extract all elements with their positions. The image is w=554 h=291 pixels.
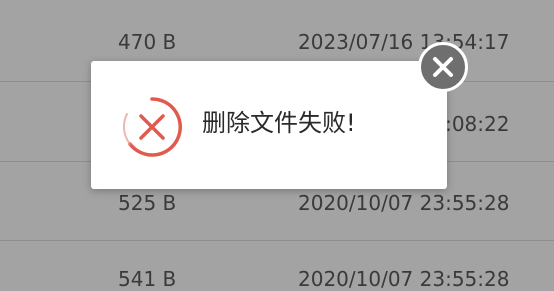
file-date-cell: 2020/10/07 23:55:28 xyxy=(298,191,510,215)
file-date-cell: 2023/07/16 13:54:17 xyxy=(298,30,510,54)
error-dialog: 删除文件失败! xyxy=(91,61,447,189)
file-size-cell: 470 B xyxy=(118,30,177,54)
close-button[interactable] xyxy=(418,42,468,92)
file-date-cell: 2020/10/07 23:55:28 xyxy=(298,267,510,291)
error-message: 删除文件失败! xyxy=(202,109,356,137)
file-size-cell: 541 B xyxy=(118,267,177,291)
table-row[interactable]: 541 B 2020/10/07 23:55:28 xyxy=(0,240,554,289)
file-size-cell: 525 B xyxy=(118,191,177,215)
error-circle-x-icon xyxy=(121,96,183,158)
